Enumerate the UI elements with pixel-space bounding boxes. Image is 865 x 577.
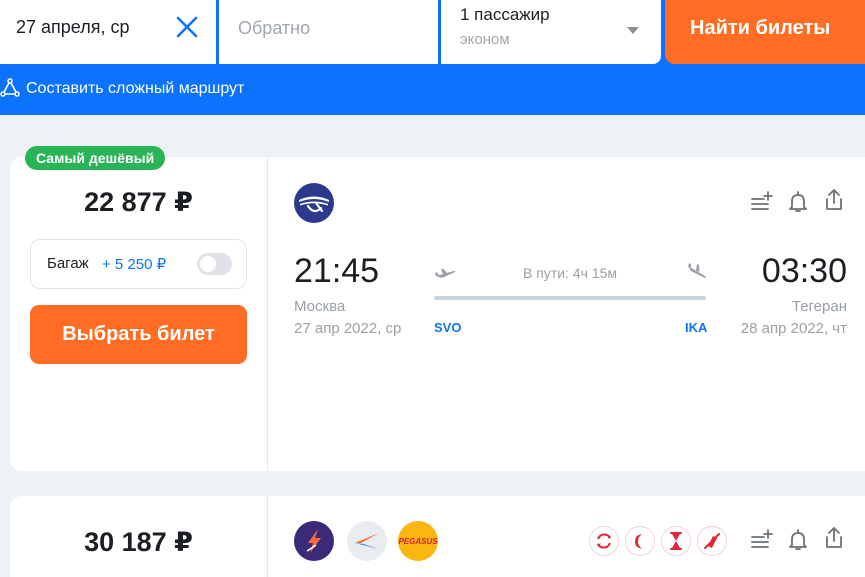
arrive-time: 03:30 — [761, 252, 847, 290]
card-divider — [267, 496, 268, 577]
return-date-placeholder: Обратно — [238, 18, 311, 38]
find-tickets-button[interactable]: Найти билеты — [665, 0, 865, 64]
baggage-label: Багаж — [47, 255, 89, 272]
night-icon — [625, 526, 655, 556]
depart-city: Москва — [294, 298, 346, 315]
flight-route-bar — [434, 296, 706, 300]
passengers-count: 1 пассажир — [460, 5, 550, 24]
chevron-down-icon — [627, 22, 639, 34]
cabin-class: эконом — [460, 31, 510, 48]
ticket-price: 22 877 ₽ — [84, 187, 193, 217]
baggage-option[interactable]: Багаж + 5 250 ₽ — [30, 239, 247, 289]
arrive-date: 28 апр 2022, чт — [740, 320, 847, 337]
return-date-field[interactable]: Обратно — [219, 0, 438, 64]
s7-logo — [347, 521, 387, 561]
ticket-price: 30 187 ₽ — [84, 527, 193, 557]
select-ticket-button[interactable]: Выбрать билет — [30, 305, 247, 364]
refresh-icon — [589, 526, 619, 556]
depart-date: 27 апр 2022, ср — [294, 320, 402, 337]
add-to-list-icon[interactable] — [749, 527, 775, 553]
complex-route-link[interactable]: Составить сложный маршрут — [0, 65, 865, 115]
arrive-airport-code: IKA — [685, 320, 708, 335]
share-icon[interactable] — [821, 187, 847, 213]
complex-route-label: Составить сложный маршрут — [26, 80, 245, 97]
depart-airport-code: SVO — [434, 320, 462, 335]
depart-date-value: 27 апреля, ср — [16, 17, 130, 37]
landing-icon — [686, 260, 708, 282]
passengers-select[interactable]: 1 пассажир эконом — [441, 0, 661, 64]
search-bar: 27 апреля, ср Обратно 1 пассажир эконом … — [0, 0, 865, 65]
card-divider — [267, 157, 268, 471]
clear-date-icon[interactable] — [174, 14, 200, 40]
cheapest-badge: Самый дешёвый — [25, 146, 166, 170]
flight-duration: В пути: 4ч 15м — [523, 265, 617, 281]
arrive-city: Тегеран — [791, 298, 847, 315]
pegasus-logo-text: PEGASUS — [398, 537, 438, 546]
rossiya-logo — [294, 521, 334, 561]
add-to-list-icon[interactable] — [749, 189, 775, 215]
bell-icon[interactable] — [785, 189, 811, 215]
baggage-price: + 5 250 ₽ — [102, 256, 167, 273]
no-baggage-icon — [697, 526, 727, 556]
share-icon[interactable] — [821, 525, 847, 551]
toggle-knob — [200, 256, 216, 272]
bell-icon[interactable] — [785, 527, 811, 553]
hourglass-icon — [661, 526, 691, 556]
aeroflot-logo — [294, 183, 334, 223]
depart-date-field[interactable]: 27 апреля, ср — [0, 0, 216, 64]
pegasus-logo: PEGASUS — [398, 521, 438, 561]
route-icon — [0, 78, 20, 98]
ticket-card: 30 187 ₽ PEGASUS — [10, 496, 865, 577]
baggage-toggle[interactable] — [197, 253, 232, 275]
depart-time: 21:45 — [294, 252, 380, 290]
ticket-card: 22 877 ₽ Багаж + 5 250 ₽ Выбрать билет 2… — [10, 157, 865, 471]
